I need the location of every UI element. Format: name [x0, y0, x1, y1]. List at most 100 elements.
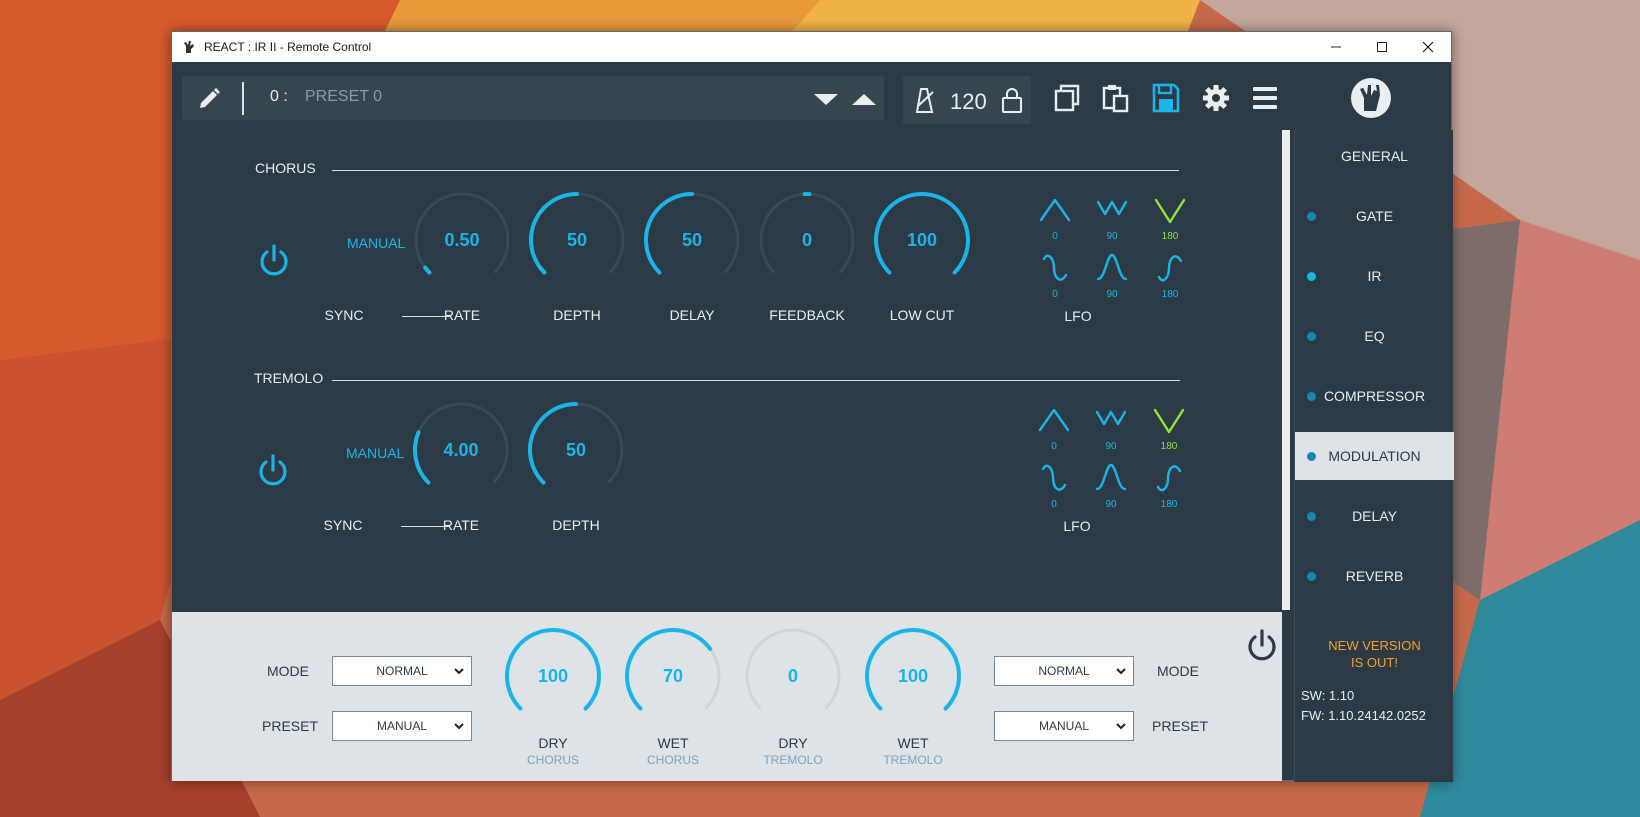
chorus-feedback-knob[interactable]: 0	[755, 188, 859, 292]
menu-icon[interactable]	[1250, 82, 1280, 114]
mix-wet-chorus-knob[interactable]: 70	[621, 624, 725, 728]
chevron-down-icon	[453, 665, 465, 677]
tempo-value[interactable]: 120	[950, 89, 987, 115]
chorus-rule	[332, 170, 1179, 171]
gear-icon[interactable]	[1201, 82, 1231, 114]
lfo-phase-value: 90	[1106, 231, 1118, 242]
lfo-phase-value: 180	[1160, 499, 1178, 510]
sidebar-item-reverb[interactable]: REVERB	[1295, 552, 1454, 600]
tempo-control: 120	[903, 76, 1031, 124]
v-wave-icon[interactable]	[1153, 194, 1187, 228]
bell-wave-icon[interactable]	[1094, 461, 1128, 495]
lfo-phase-value: 90	[1105, 441, 1117, 452]
preset-selector[interactable]: 0 : PRESET 0	[182, 76, 884, 120]
save-icon[interactable]	[1151, 82, 1181, 114]
sidebar-item-delay[interactable]: DELAY	[1295, 492, 1454, 540]
tremolo-rate-knob-value: 4.00	[443, 439, 479, 460]
tremolo-manual-label[interactable]: MANUAL	[346, 445, 404, 461]
mix-dry-chorus-knob[interactable]: 100	[501, 624, 605, 728]
sine-wave-icon[interactable]	[1037, 461, 1071, 495]
window-title: REACT : IR II - Remote Control	[204, 40, 372, 54]
lock-icon[interactable]	[1001, 86, 1023, 114]
tremolo-sync-label[interactable]: SYNC	[313, 517, 373, 533]
triangle-wave-icon[interactable]	[1038, 194, 1072, 228]
lfo-phase-value: 90	[1106, 289, 1118, 300]
mix-wet-chorus-sublabel: CHORUS	[646, 753, 699, 767]
chorus-depth-knob[interactable]: 50	[525, 188, 629, 292]
sidebar-item-label: IR	[1367, 268, 1382, 284]
mix-wet-tremolo-sublabel: TREMOLO	[883, 753, 943, 767]
mix-dry-chorus-label: DRY	[538, 735, 568, 751]
chorus-rate-knob[interactable]: 0.50	[410, 188, 514, 292]
bell-wave-icon[interactable]	[1095, 251, 1129, 285]
tremolo-power-icon[interactable]	[256, 452, 290, 488]
sidebar-item-gate[interactable]: GATE	[1295, 192, 1454, 240]
new-version-notice[interactable]: NEW VERSION IS OUT!	[1295, 637, 1454, 671]
preset-name[interactable]: PRESET 0	[305, 88, 382, 106]
sidebar-item-ir[interactable]: IR	[1295, 252, 1454, 300]
copy-icon[interactable]	[1052, 82, 1082, 114]
sidebar-item-general[interactable]: GENERAL	[1295, 132, 1454, 180]
mix-wet-tremolo-knob[interactable]: 100	[861, 624, 965, 728]
divider	[242, 82, 244, 115]
minimize-icon	[1331, 46, 1341, 48]
mix-dry-chorus-sublabel: CHORUS	[526, 753, 579, 767]
chorus-delay-label: DELAY	[669, 307, 715, 323]
sidebar-item-compressor[interactable]: COMPRESSOR	[1295, 372, 1454, 420]
left-preset-select[interactable]: MANUAL	[332, 711, 472, 741]
chorus-delay-knob[interactable]: 50	[640, 188, 744, 292]
inverted-sine-wave-icon[interactable]	[1152, 461, 1186, 495]
minimize-button[interactable]	[1313, 32, 1359, 62]
chorus-depth-label: DEPTH	[553, 307, 601, 323]
inverted-sine-wave-icon[interactable]	[1153, 251, 1187, 285]
close-button[interactable]	[1405, 32, 1451, 62]
left-mode-select[interactable]: NORMAL	[332, 656, 472, 686]
tremolo-depth-knob[interactable]: 50	[524, 398, 628, 502]
v-wave-icon[interactable]	[1152, 404, 1186, 438]
inverted-triangle-wave-icon[interactable]	[1095, 194, 1129, 228]
toolbar: 0 : PRESET 0 120	[172, 62, 1282, 129]
chorus-low-cut-knob-value: 100	[906, 229, 938, 250]
chorus-sync-label[interactable]: SYNC	[314, 307, 374, 323]
sidebar: GENERAL GATE IR EQ COMPRESSOR MODULATION DELAY…	[1294, 130, 1454, 782]
status-dot	[1307, 392, 1316, 401]
mix-dry-tremolo-knob[interactable]: 0	[741, 624, 845, 728]
maximize-button[interactable]	[1359, 32, 1405, 62]
sidebar-item-label: DELAY	[1352, 508, 1397, 524]
triangle-up-icon[interactable]	[850, 89, 878, 109]
tremolo-lfo-label: LFO	[1063, 518, 1091, 534]
paste-icon[interactable]	[1101, 82, 1131, 114]
sidebar-item-modulation[interactable]: MODULATION	[1295, 432, 1454, 480]
right-mode-value: NORMAL	[1038, 664, 1090, 678]
rock-hand-logo-icon[interactable]	[1350, 77, 1392, 119]
sidebar-item-label: MODULATION	[1328, 448, 1421, 464]
chorus-manual-label[interactable]: MANUAL	[347, 235, 405, 251]
left-mode-label: MODE	[267, 663, 309, 679]
inverted-triangle-wave-icon[interactable]	[1094, 404, 1128, 438]
panel-scrollbar[interactable]	[1282, 130, 1290, 610]
chorus-low-cut-label: LOW CUT	[889, 307, 955, 323]
mix-dry-tremolo-knob-value: 0	[787, 665, 798, 686]
chorus-low-cut-knob[interactable]: 100	[870, 188, 974, 292]
mix-dry-chorus-knob-value: 100	[537, 665, 569, 686]
sidebar-item-label: EQ	[1364, 328, 1385, 344]
lfo-phase-value: 0	[1051, 499, 1057, 510]
tremolo-rate-knob[interactable]: 4.00	[409, 398, 513, 502]
right-mode-select[interactable]: NORMAL	[994, 656, 1134, 686]
pencil-icon[interactable]	[196, 86, 222, 112]
sidebar-item-label: REVERB	[1345, 568, 1404, 584]
app-window: REACT : IR II - Remote Control 0 : PRESE…	[171, 31, 1454, 782]
metronome-icon[interactable]	[911, 86, 937, 114]
left-preset-value: MANUAL	[376, 719, 427, 733]
triangle-down-icon[interactable]	[812, 89, 840, 109]
chorus-power-icon[interactable]	[257, 242, 291, 278]
sidebar-item-eq[interactable]: EQ	[1295, 312, 1454, 360]
right-preset-value: MANUAL	[1038, 719, 1089, 733]
mix-power-icon[interactable]	[1245, 627, 1279, 663]
sine-wave-icon[interactable]	[1038, 251, 1072, 285]
status-dot	[1307, 512, 1316, 521]
tremolo-sync-line	[401, 526, 449, 527]
chorus-rate-knob-value: 0.50	[444, 229, 480, 250]
triangle-wave-icon[interactable]	[1037, 404, 1071, 438]
right-preset-select[interactable]: MANUAL	[994, 711, 1134, 741]
